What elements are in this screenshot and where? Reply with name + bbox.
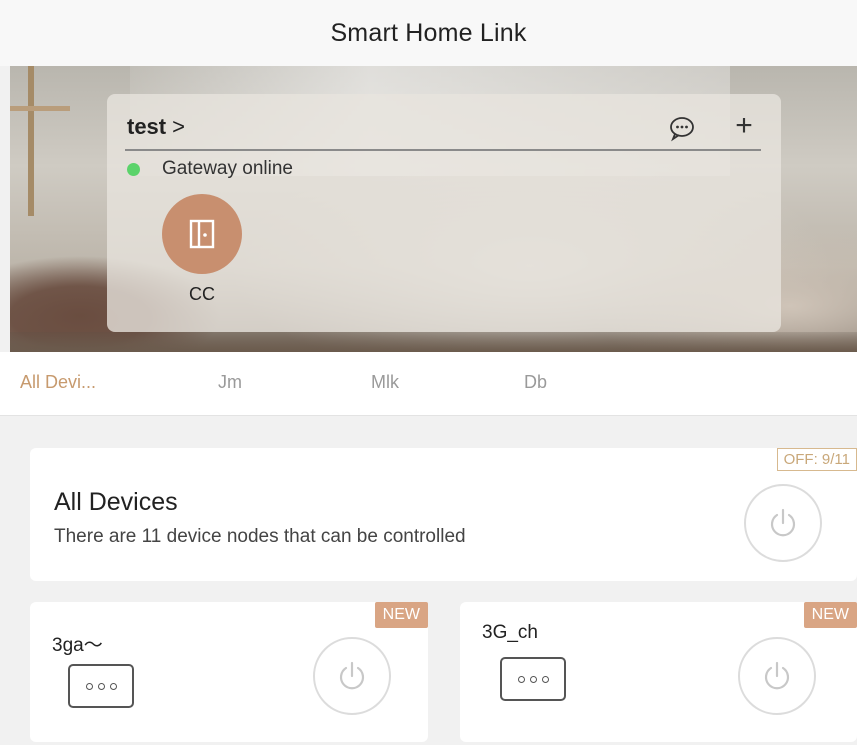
new-badge: NEW bbox=[374, 602, 428, 628]
gateway-status-text: Gateway online bbox=[162, 158, 293, 179]
background-lamp-arm bbox=[10, 106, 70, 111]
tab-all-devices[interactable]: All Devi... bbox=[20, 372, 96, 393]
card-divider bbox=[125, 149, 761, 151]
door-icon bbox=[189, 219, 215, 249]
device-card-3ga[interactable]: NEW 3ga～ bbox=[30, 602, 428, 742]
message-dots-icon[interactable] bbox=[667, 113, 697, 143]
off-count-badge: OFF: 9/11 bbox=[776, 448, 857, 471]
tab-jm[interactable]: Jm bbox=[218, 372, 242, 393]
scene-label: CC bbox=[189, 284, 215, 304]
plus-icon[interactable]: + bbox=[729, 111, 759, 141]
power-icon bbox=[339, 661, 365, 690]
power-icon bbox=[770, 508, 796, 537]
scene-circle-wrap bbox=[147, 194, 257, 274]
new-badge: NEW bbox=[803, 602, 857, 628]
all-devices-title: All Devices bbox=[54, 488, 178, 516]
home-info-card: test > + Gateway online CC bbox=[107, 94, 781, 332]
all-devices-card[interactable]: OFF: 9/11 All Devices There are 11 devic… bbox=[30, 448, 857, 581]
home-hero-banner: test > + Gateway online CC bbox=[10, 66, 857, 352]
room-tabs: All Devi... Jm Mlk Db bbox=[0, 352, 857, 416]
scene-button-cc[interactable]: CC bbox=[147, 194, 257, 304]
gateway-status: Gateway online bbox=[127, 158, 293, 180]
device-power-button[interactable] bbox=[738, 637, 816, 715]
node-dots-icon bbox=[500, 657, 566, 701]
tab-mlk[interactable]: Mlk bbox=[371, 372, 399, 393]
power-icon bbox=[764, 661, 790, 690]
online-indicator-dot bbox=[127, 162, 140, 176]
all-devices-power-button[interactable] bbox=[744, 484, 822, 562]
home-name-label: test bbox=[127, 114, 167, 139]
chevron-right-icon: > bbox=[172, 114, 185, 139]
background-floor bbox=[10, 332, 857, 352]
device-power-button[interactable] bbox=[313, 637, 391, 715]
device-name: 3ga～ bbox=[52, 635, 103, 656]
title-bar: Smart Home Link bbox=[0, 0, 857, 66]
node-dots-icon bbox=[68, 664, 134, 708]
device-card-3g-ch[interactable]: NEW 3G_ch bbox=[460, 602, 857, 742]
scene-circle bbox=[162, 194, 242, 274]
app-title: Smart Home Link bbox=[330, 18, 527, 47]
device-name: 3G_ch bbox=[482, 622, 538, 643]
home-selector[interactable]: test > bbox=[127, 114, 185, 140]
background-lamp bbox=[28, 66, 34, 216]
all-devices-subtitle: There are 11 device nodes that can be co… bbox=[54, 526, 466, 547]
tab-db[interactable]: Db bbox=[524, 372, 547, 393]
app-screen: Smart Home Link test > + Gateway online … bbox=[0, 0, 857, 745]
